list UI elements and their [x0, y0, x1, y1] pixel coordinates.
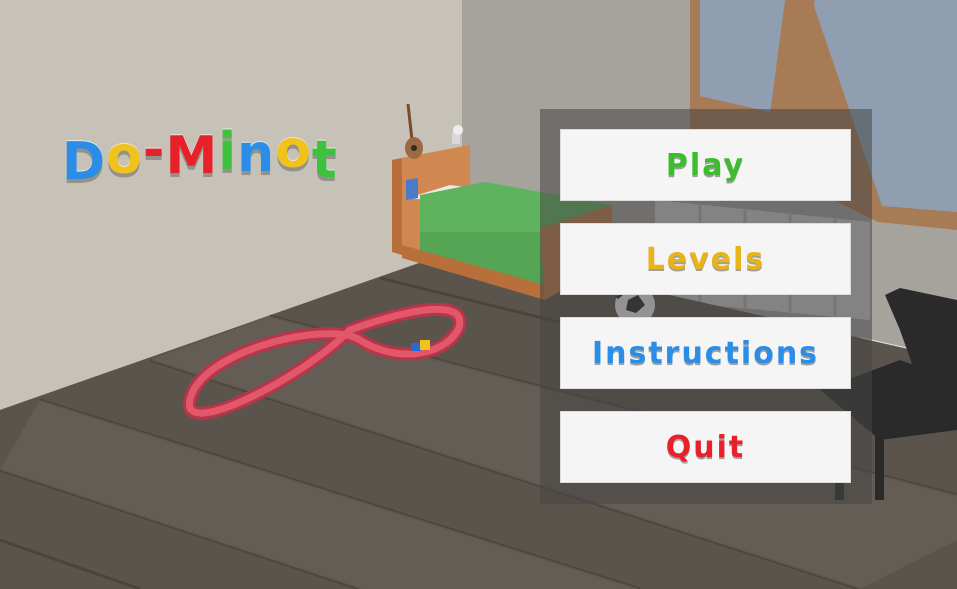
title-letter: n	[237, 124, 276, 184]
main-menu-panel: Play Levels Instructions Quit	[540, 109, 872, 504]
game-title: Do-Minot	[62, 120, 382, 196]
instructions-button-label: Instructions	[591, 335, 820, 371]
levels-button-label: Levels	[645, 241, 766, 277]
levels-button[interactable]: Levels	[560, 223, 851, 295]
title-letter: -	[142, 120, 166, 180]
title-letter: o	[106, 126, 143, 186]
quit-button-label: Quit	[665, 429, 746, 465]
play-button-label: Play	[665, 147, 746, 183]
title-letter: D	[62, 132, 107, 192]
title-letter: t	[311, 130, 338, 190]
play-button[interactable]: Play	[560, 129, 851, 201]
title-letter: i	[218, 122, 238, 182]
title-letter: M	[165, 126, 219, 186]
instructions-button[interactable]: Instructions	[560, 317, 851, 389]
quit-button[interactable]: Quit	[560, 411, 851, 483]
title-letter: o	[275, 120, 312, 180]
